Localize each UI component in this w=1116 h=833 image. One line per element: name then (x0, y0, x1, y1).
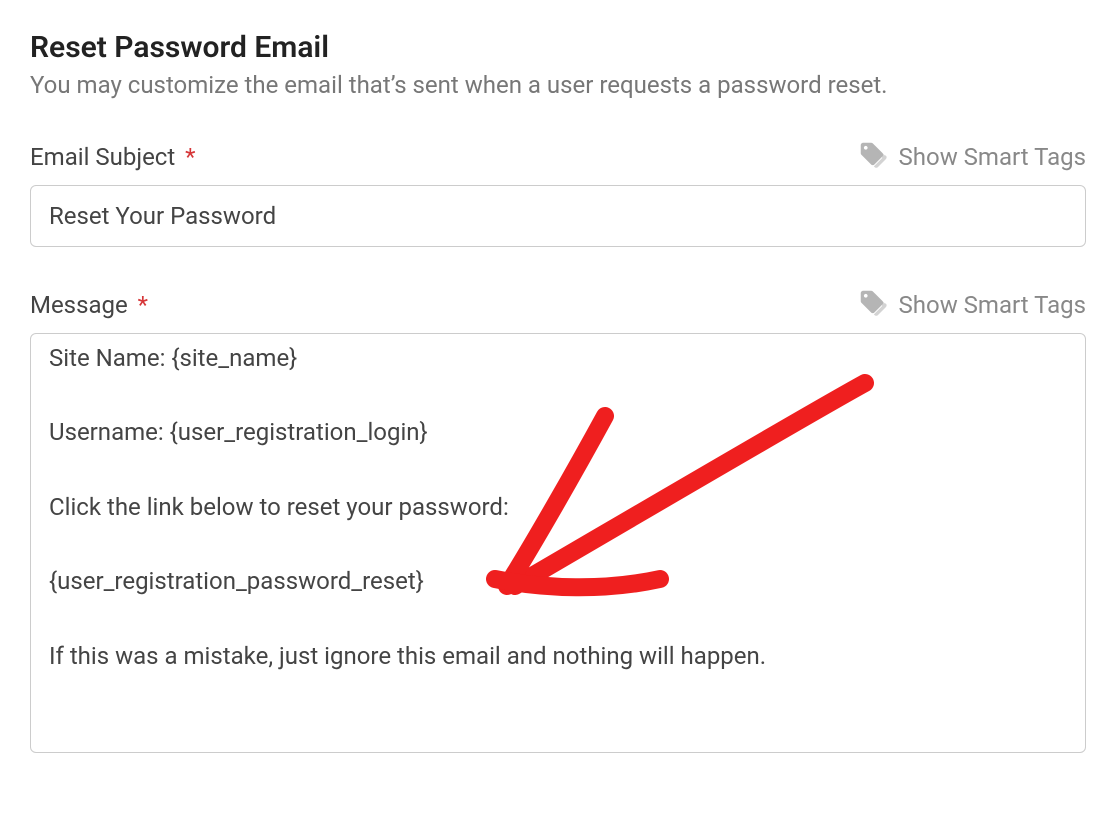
required-marker: * (185, 143, 195, 171)
tags-icon (857, 139, 887, 175)
required-marker: * (138, 291, 148, 319)
tags-icon (857, 287, 887, 323)
show-smart-tags-label: Show Smart Tags (899, 143, 1086, 171)
email-subject-input[interactable] (30, 185, 1086, 247)
message-textarea-wrap: Site Name: {site_name} Username: {user_r… (30, 333, 1086, 753)
section-description: You may customize the email that’s sent … (30, 71, 1086, 99)
show-smart-tags-label: Show Smart Tags (899, 291, 1086, 319)
email-subject-label-text: Email Subject (30, 143, 175, 171)
show-smart-tags-message[interactable]: Show Smart Tags (857, 287, 1086, 323)
message-label-text: Message (30, 291, 128, 319)
message-textarea[interactable]: Site Name: {site_name} Username: {user_r… (30, 333, 1086, 753)
email-subject-row: Email Subject * Show Smart Tags (30, 139, 1086, 175)
show-smart-tags-subject[interactable]: Show Smart Tags (857, 139, 1086, 175)
message-row: Message * Show Smart Tags (30, 287, 1086, 323)
email-subject-label: Email Subject * (30, 143, 196, 171)
message-textarea-content: Site Name: {site_name} Username: {user_r… (49, 340, 1067, 675)
message-label: Message * (30, 291, 148, 319)
section-title: Reset Password Email (30, 30, 1086, 65)
